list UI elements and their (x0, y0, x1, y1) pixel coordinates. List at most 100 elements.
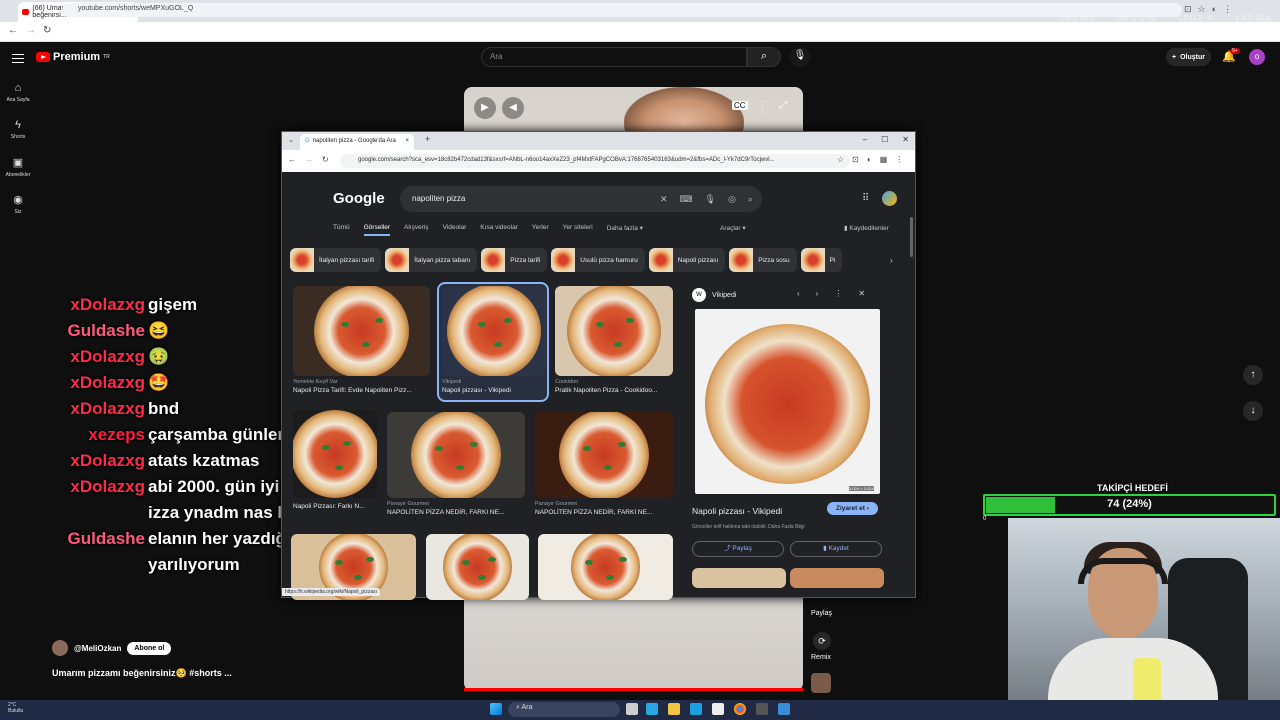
video-progress[interactable] (464, 688, 803, 691)
forward-icon[interactable]: → (305, 155, 313, 164)
lens-icon[interactable]: ◎ (728, 194, 736, 205)
taskbar-search[interactable]: ⌕ Ara (508, 702, 620, 717)
fullscreen-icon[interactable]: ⤢ (779, 100, 787, 111)
result-caption[interactable]: Cookidoo Pratik Napoliten Pizza - Cookido… (555, 379, 673, 394)
tools-button[interactable]: Araçlar ▾ (720, 224, 746, 232)
refinement-chip[interactable]: Napoli pizzası (648, 248, 726, 272)
preview-title[interactable]: Napoli pizzası - Vikipedi (692, 506, 782, 516)
inner-address-bar[interactable]: google.com/search?sca_esv=18c82b472cdad1… (340, 154, 850, 168)
chevron-left-icon[interactable]: ‹ (797, 289, 800, 298)
chrome-icon[interactable] (734, 703, 746, 715)
save-button[interactable]: ▮ Kaydet (790, 541, 882, 557)
install-icon[interactable]: ⊡ (1184, 4, 1192, 15)
preview-source[interactable]: W Vikipedi (692, 288, 736, 302)
menu-icon[interactable]: ⋮ (895, 155, 903, 164)
chevron-right-icon[interactable]: › (890, 256, 893, 265)
task-view-icon[interactable] (626, 703, 638, 715)
scrollbar[interactable] (910, 217, 913, 257)
search-tab[interactable]: Kısa videolar (480, 224, 518, 236)
keyboard-icon[interactable]: ⌨ (680, 194, 693, 205)
refinement-chip[interactable]: İtalyan pizza tabanı (385, 248, 478, 272)
windows-start-icon[interactable] (490, 703, 502, 715)
search-icon[interactable]: ⌕ (747, 47, 781, 67)
new-tab-button[interactable]: + (425, 134, 430, 144)
result-caption[interactable]: Panayır Gourmet NAPOLİTEN PİZZA NEDİR, FA… (535, 501, 673, 516)
result-caption[interactable]: Vikipedi Napoli pizzası - Vikipedi (442, 379, 546, 394)
search-tab[interactable]: Alışveriş (404, 224, 429, 236)
sidebar-item-home[interactable]: ⌂ Ana Sayfa (4, 82, 32, 103)
back-icon[interactable]: ← (288, 155, 296, 164)
outer-address-bar[interactable]: youtube.com/shorts/weMPXuGOL_Q (62, 3, 1182, 17)
reload-icon[interactable]: ↻ (43, 25, 51, 36)
star-icon[interactable]: ☆ (1198, 4, 1206, 15)
refinement-chip[interactable]: İtalyan pizzası tarifi (290, 248, 382, 272)
profile-icon[interactable]: ◐ (867, 155, 872, 164)
arrow-up-icon[interactable]: ↑ (1243, 365, 1263, 385)
edge-icon[interactable] (690, 703, 702, 715)
search-tab[interactable]: Tümü (333, 224, 350, 236)
app-icon[interactable] (646, 703, 658, 715)
image-result[interactable] (555, 286, 673, 376)
refinement-chip[interactable]: Pizza sosu (729, 248, 797, 272)
sidebar-item-subscriptions[interactable]: ▣ Abonelikler (4, 156, 32, 178)
refinement-chip[interactable]: Pi (800, 248, 843, 272)
arrow-down-icon[interactable]: ↓ (1243, 401, 1263, 421)
video-title[interactable]: Umarım pizzamı beğenirsiniz🥺 #shorts ... (52, 668, 232, 679)
create-button[interactable]: + Oluştur (1166, 48, 1211, 66)
play-icon[interactable]: ▶ (474, 97, 496, 119)
star-icon[interactable]: ☆ (837, 155, 844, 164)
minimize-icon[interactable]: – (863, 135, 867, 144)
avatar[interactable]: o (1249, 49, 1265, 65)
subscribe-button[interactable]: Abone ol (127, 641, 172, 655)
extension-icon[interactable]: ◐ (1212, 4, 1217, 15)
volume-icon[interactable]: ◀ (502, 97, 524, 119)
visit-button[interactable]: Ziyaret et › (827, 502, 878, 515)
google-apps-icon[interactable]: ⠿ (862, 193, 869, 204)
sidebar-item-shorts[interactable]: ϟ Shorts (4, 119, 32, 140)
avatar[interactable] (882, 191, 897, 206)
search-icon[interactable]: ⌕ (748, 194, 753, 205)
preview-image[interactable] (695, 309, 880, 494)
forward-icon[interactable]: → (26, 25, 36, 36)
hamburger-icon[interactable] (12, 51, 24, 66)
search-tab[interactable]: Görseller (363, 224, 390, 236)
close-tab-icon[interactable]: × (405, 138, 409, 146)
file-explorer-icon[interactable] (668, 703, 680, 715)
reload-icon[interactable]: ↻ (322, 155, 329, 164)
captions-icon[interactable]: CC (732, 101, 748, 110)
close-icon[interactable]: ✕ (902, 135, 909, 144)
close-icon[interactable]: ✕ (858, 289, 865, 298)
chevron-right-icon[interactable]: › (816, 289, 819, 298)
youtube-search-input[interactable]: Ara (481, 47, 747, 67)
image-result[interactable] (442, 286, 546, 376)
sound-thumbnail[interactable] (811, 673, 831, 693)
tab-list-icon[interactable]: ⌄ (288, 136, 294, 144)
saved-button[interactable]: ▮ Kaydedilenler (844, 224, 889, 232)
more-icon[interactable]: ⋮ (834, 289, 842, 298)
store-icon[interactable] (712, 703, 724, 715)
channel-name[interactable]: @MeliOzkan (74, 644, 121, 653)
youtube-logo[interactable]: Premium TR (36, 51, 110, 63)
remix-label[interactable]: Remix (811, 654, 831, 661)
image-result[interactable] (538, 534, 673, 600)
clear-icon[interactable]: ✕ (660, 194, 668, 205)
more-icon[interactable]: ⋮ (757, 100, 767, 111)
channel-avatar[interactable] (52, 640, 68, 656)
microphone-icon[interactable]: 🎙 (705, 194, 716, 205)
refinement-chip[interactable]: Pizza tarifi (481, 248, 548, 272)
related-image[interactable] (692, 568, 786, 588)
app-icon[interactable] (756, 703, 768, 715)
google-logo[interactable]: Google (333, 190, 385, 207)
search-tab[interactable]: Yer siteleri (563, 224, 593, 236)
result-caption[interactable]: Yemekte Keyif Var Napoli Pizza Tarifi: Ev… (293, 379, 430, 394)
share-button[interactable]: ⤴ Paylaş (692, 541, 784, 557)
maximize-icon[interactable]: ☐ (881, 135, 888, 144)
app-icon[interactable] (778, 703, 790, 715)
image-result[interactable] (387, 412, 525, 498)
menu-icon[interactable]: ⋮ (1223, 4, 1232, 15)
share-label[interactable]: Paylaş (811, 610, 832, 617)
sidebar-item-you[interactable]: ◉ Siz (4, 193, 32, 215)
related-image[interactable] (790, 568, 884, 588)
search-tab[interactable]: Daha fazla ▾ (607, 224, 643, 236)
result-caption[interactable]: Napoli Pizzası: Farkı N... (293, 501, 377, 510)
